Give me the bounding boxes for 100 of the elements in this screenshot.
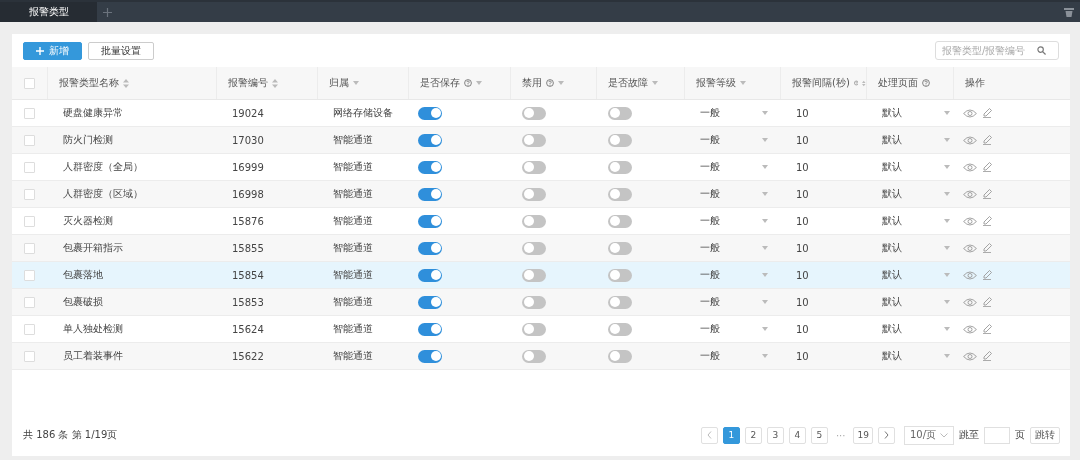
view-icon[interactable] [963,216,977,226]
toggle-switch[interactable] [608,268,632,282]
toggle-switch[interactable] [418,160,442,174]
page-select[interactable]: 默认 [882,160,902,174]
sort-icon[interactable] [123,78,129,88]
toggle-switch[interactable] [608,214,632,228]
jump-button[interactable]: 跳转 [1030,426,1060,444]
page-button[interactable]: 19 [853,426,873,444]
sort-icon[interactable] [272,78,278,88]
edit-icon[interactable] [983,297,992,307]
next-page-button[interactable] [877,426,895,444]
view-icon[interactable] [963,324,977,334]
page-select[interactable]: 默认 [882,241,902,255]
edit-icon[interactable] [983,270,992,280]
search-icon[interactable] [1037,46,1046,55]
row-checkbox[interactable] [24,269,35,281]
page-button[interactable]: 3 [766,426,784,444]
level-select[interactable]: 一般 [700,106,720,120]
edit-icon[interactable] [983,243,992,253]
view-icon[interactable] [963,297,977,307]
page-select[interactable]: 默认 [882,295,902,309]
toggle-switch[interactable] [608,160,632,174]
add-tab-icon[interactable] [103,7,112,17]
edit-icon[interactable] [983,351,992,361]
level-select[interactable]: 一般 [700,241,720,255]
filter-icon[interactable] [353,81,359,85]
level-select[interactable]: 一般 [700,214,720,228]
edit-icon[interactable] [983,189,992,199]
page-button[interactable]: 4 [788,426,806,444]
row-checkbox[interactable] [24,134,35,146]
edit-icon[interactable] [983,324,992,334]
toggle-switch[interactable] [418,349,442,363]
toggle-switch[interactable] [608,106,632,120]
toggle-switch[interactable] [418,106,442,120]
previous-page-button[interactable] [700,426,718,444]
toggle-switch[interactable] [608,349,632,363]
row-checkbox[interactable] [24,296,35,308]
toggle-switch[interactable] [522,160,546,174]
toggle-switch[interactable] [608,187,632,201]
level-select[interactable]: 一般 [700,322,720,336]
toggle-switch[interactable] [522,214,546,228]
edit-icon[interactable] [983,216,992,226]
level-select[interactable]: 一般 [700,160,720,174]
sort-icon[interactable] [862,78,866,88]
page-button[interactable]: 5 [810,426,828,444]
view-icon[interactable] [963,243,977,253]
select-all-checkbox[interactable] [24,77,35,89]
toggle-switch[interactable] [522,133,546,147]
level-select[interactable]: 一般 [700,187,720,201]
filter-icon[interactable] [476,81,482,85]
edit-icon[interactable] [983,162,992,172]
page-select[interactable]: 默认 [882,322,902,336]
row-checkbox[interactable] [24,188,35,200]
toggle-switch[interactable] [608,295,632,309]
row-checkbox[interactable] [24,107,35,119]
toggle-switch[interactable] [608,322,632,336]
filter-icon[interactable] [740,81,746,85]
page-select[interactable]: 默认 [882,214,902,228]
toggle-switch[interactable] [418,268,442,282]
view-icon[interactable] [963,270,977,280]
filter-icon[interactable] [558,81,564,85]
row-checkbox[interactable] [24,242,35,254]
filter-icon[interactable] [652,81,658,85]
view-icon[interactable] [963,108,977,118]
page-select[interactable]: 默认 [882,187,902,201]
row-checkbox[interactable] [24,161,35,173]
view-icon[interactable] [963,351,977,361]
view-icon[interactable] [963,162,977,172]
row-checkbox[interactable] [24,350,35,362]
toggle-switch[interactable] [608,133,632,147]
trash-icon[interactable] [1064,7,1074,17]
search-field[interactable]: 报警类型/报警编号 [935,41,1059,60]
page-size-select[interactable]: 10/页 [903,425,954,445]
toggle-switch[interactable] [522,187,546,201]
toggle-switch[interactable] [608,241,632,255]
tab[interactable]: 报警类型 [0,2,97,22]
toggle-switch[interactable] [418,133,442,147]
toggle-switch[interactable] [418,322,442,336]
toggle-switch[interactable] [522,268,546,282]
page-button[interactable]: 2 [744,426,762,444]
batch-settings-button[interactable]: 批量设置 [88,41,154,60]
toggle-switch[interactable] [522,295,546,309]
toggle-switch[interactable] [522,322,546,336]
level-select[interactable]: 一般 [700,268,720,282]
page-select[interactable]: 默认 [882,268,902,282]
edit-icon[interactable] [983,135,992,145]
toggle-switch[interactable] [522,241,546,255]
page-select[interactable]: 默认 [882,106,902,120]
level-select[interactable]: 一般 [700,295,720,309]
row-checkbox[interactable] [24,215,35,227]
view-icon[interactable] [963,135,977,145]
view-icon[interactable] [963,189,977,199]
level-select[interactable]: 一般 [700,349,720,363]
toggle-switch[interactable] [418,214,442,228]
toggle-switch[interactable] [418,241,442,255]
row-checkbox[interactable] [24,323,35,335]
level-select[interactable]: 一般 [700,133,720,147]
page-input[interactable] [984,426,1010,444]
toggle-switch[interactable] [522,106,546,120]
toggle-switch[interactable] [418,187,442,201]
